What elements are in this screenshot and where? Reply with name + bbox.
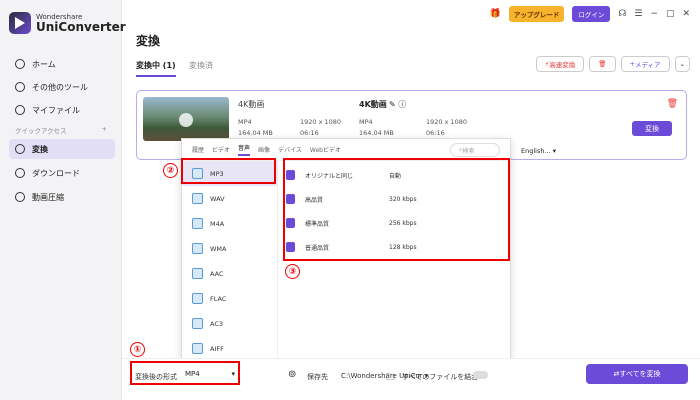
video-thumbnail[interactable] xyxy=(143,97,229,141)
format-item-ac3[interactable]: AC3 xyxy=(182,311,277,336)
tab-web-video[interactable]: Webビデオ xyxy=(310,145,341,154)
merge-files-toggle[interactable] xyxy=(473,371,488,379)
files-icon xyxy=(15,105,25,115)
annotation-box-1 xyxy=(130,361,240,385)
audio-file-icon xyxy=(192,343,203,354)
tab-video[interactable]: ビデオ xyxy=(212,145,230,154)
page-title: 変換 xyxy=(136,34,161,48)
tab-device[interactable]: デバイス xyxy=(278,145,302,154)
logo-icon xyxy=(9,12,31,34)
settings-icon[interactable]: ⊚ xyxy=(288,369,296,380)
edit-icon[interactable]: ✎ ⓘ xyxy=(389,99,406,110)
source-size: 164.04 MB xyxy=(238,129,273,137)
annotation-marker-2: ② xyxy=(163,163,178,178)
play-icon[interactable] xyxy=(179,113,193,127)
source-duration: 06:16 xyxy=(300,129,319,137)
annotation-box-3 xyxy=(283,158,510,261)
tab-audio[interactable]: 音声 xyxy=(238,143,251,156)
sidebar-item-files[interactable]: マイファイル xyxy=(9,100,115,120)
upgrade-button[interactable]: アップグレード xyxy=(508,6,565,22)
product-name: UniConverter xyxy=(36,19,126,34)
format-item-aac[interactable]: AAC xyxy=(182,261,277,286)
menu-icon[interactable]: ☰ xyxy=(634,9,642,19)
format-item-wav[interactable]: WAV xyxy=(182,186,277,211)
add-media-button[interactable]: + メディア xyxy=(620,56,670,72)
download-icon xyxy=(15,168,25,178)
folder-icon[interactable]: 🗀 xyxy=(386,370,395,386)
sidebar-item-convert[interactable]: 変換 xyxy=(9,139,115,159)
title-bar: 🎁 アップグレード ログイン ☊ ☰ − ▢ ✕ xyxy=(490,6,690,22)
annotation-marker-1: ① xyxy=(130,342,145,357)
close-icon[interactable]: ✕ xyxy=(682,9,690,19)
audio-file-icon xyxy=(192,318,203,329)
quick-add-button[interactable]: + xyxy=(102,125,107,135)
audio-file-icon xyxy=(192,293,203,304)
sidebar-item-home[interactable]: ホーム xyxy=(9,54,115,74)
audio-file-icon xyxy=(192,243,203,254)
delete-all-button[interactable]: 🗑 xyxy=(589,56,616,72)
target-size: 164.04 MB xyxy=(359,129,394,137)
trash-icon: 🗑 xyxy=(598,60,607,68)
format-item-flac[interactable]: FLAC xyxy=(182,286,277,311)
sidebar-item-compress[interactable]: 動画圧縮 xyxy=(9,187,115,207)
convert-all-button[interactable]: ⇄ すべてを変換 xyxy=(586,364,688,384)
headset-icon[interactable]: ☊ xyxy=(618,9,626,19)
maximize-icon[interactable]: ▢ xyxy=(666,9,675,19)
target-duration: 06:16 xyxy=(426,129,445,137)
media-dropdown-button[interactable]: ⌄ xyxy=(674,56,690,72)
annotation-box-2 xyxy=(181,158,276,184)
tab-converting[interactable]: 変換中 (1) xyxy=(136,60,176,77)
compress-icon xyxy=(15,192,25,202)
audio-file-icon xyxy=(192,218,203,229)
home-icon xyxy=(15,59,25,69)
source-file-name: 4K動画 xyxy=(238,100,265,109)
gift-icon[interactable]: 🎁 xyxy=(490,9,501,19)
format-list: MP3 WAV M4A WMA AAC FLAC AC3 AIFF xyxy=(182,161,278,363)
top-actions: ⚡ 高速変換 🗑 + メディア ⌄ xyxy=(535,56,690,72)
minimize-icon[interactable]: − xyxy=(650,9,658,19)
convert-icon xyxy=(15,144,25,154)
tab-image[interactable]: 画像 xyxy=(258,145,270,154)
target-format: MP4 xyxy=(359,118,373,126)
fast-convert-button[interactable]: ⚡ 高速変換 xyxy=(535,56,585,72)
source-format: MP4 xyxy=(238,118,252,126)
sidebar-item-download[interactable]: ダウンロード xyxy=(9,163,115,183)
sidebar: Wondershare UniConverter ホーム その他のツール マイフ… xyxy=(0,0,126,400)
target-resolution: 1920 x 1080 xyxy=(426,118,468,126)
audio-file-icon xyxy=(192,193,203,204)
audio-file-icon xyxy=(192,268,203,279)
subtitle-language-select[interactable]: English... ▾ xyxy=(521,147,556,155)
tools-icon xyxy=(15,82,25,92)
sidebar-item-tools[interactable]: その他のツール xyxy=(9,77,115,97)
convert-button[interactable]: 変換 xyxy=(632,121,672,136)
trash-icon[interactable]: 🗑 xyxy=(667,99,678,109)
save-location-label: 保存先 xyxy=(307,373,328,381)
quick-access-header: クイックアクセス + xyxy=(15,125,107,135)
login-button[interactable]: ログイン xyxy=(572,6,611,22)
format-item-wma[interactable]: WMA xyxy=(182,236,277,261)
app-logo: Wondershare UniConverter xyxy=(9,12,126,34)
chevron-down-icon: ⌄ xyxy=(679,60,685,68)
source-resolution: 1920 x 1080 xyxy=(300,118,342,126)
search-input[interactable]: ⌕ 検索 xyxy=(450,143,500,157)
merge-files-label: すべてのファイルを結合 xyxy=(402,373,479,381)
tab-history[interactable]: 履歴 xyxy=(192,145,204,154)
target-file-name: 4K動画 xyxy=(359,100,387,109)
format-item-m4a[interactable]: M4A xyxy=(182,211,277,236)
tab-converted[interactable]: 変換済 xyxy=(189,60,213,71)
annotation-marker-3: ③ xyxy=(285,264,300,279)
